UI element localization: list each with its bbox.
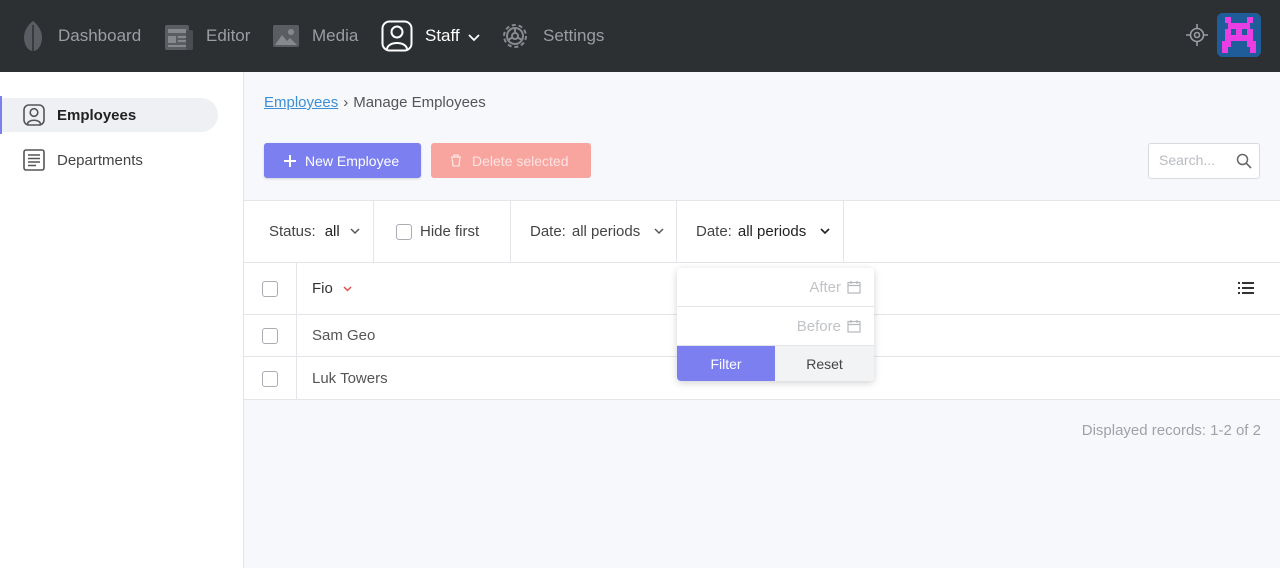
date-filter-value: all periods: [737, 223, 807, 240]
date-filter-value: all periods: [571, 223, 641, 240]
nav-item-media[interactable]: Media: [272, 0, 358, 72]
breadcrumb-separator: ›: [343, 94, 349, 111]
avatar[interactable]: [1217, 13, 1261, 57]
locate-icon[interactable]: [1185, 23, 1209, 47]
image-icon: [273, 25, 299, 47]
chevron-down-icon: [820, 228, 830, 235]
hide-first-checkbox[interactable]: [396, 223, 412, 240]
date-filter-popup: After Before Filter Reset: [677, 268, 874, 381]
nav-label: Staff: [425, 26, 460, 45]
chevron-down-icon: [468, 34, 480, 42]
leaf-icon: [24, 21, 42, 51]
gear-icon: [503, 24, 527, 48]
delete-selected-button[interactable]: Delete selected: [431, 143, 591, 178]
trash-icon: [451, 154, 461, 167]
top-navbar: Dashboard Editor Media Staff Settings: [0, 0, 1280, 72]
row-checkbox[interactable]: [262, 370, 278, 387]
nav-label: Editor: [206, 26, 251, 45]
nav-label: Settings: [543, 26, 605, 45]
calendar-icon: [847, 320, 861, 333]
row-name: Luk Towers: [312, 370, 388, 387]
row-name: Sam Geo: [312, 327, 376, 344]
nav-label: Dashboard: [58, 26, 142, 45]
hide-first-filter[interactable]: Hide first: [374, 201, 511, 262]
date-filter-2[interactable]: Date: all periods: [677, 201, 844, 262]
filter-bar: Status: all Hide first Date: all periods…: [244, 200, 1280, 263]
breadcrumb-link-employees[interactable]: Employees: [264, 94, 338, 111]
before-date-field[interactable]: Before: [677, 307, 874, 346]
sidebar-item-label: Departments: [57, 151, 143, 169]
select-all-cell: [244, 263, 297, 314]
new-employee-label: New Employee: [305, 152, 400, 169]
sidebar-item-employees[interactable]: Employees: [0, 96, 218, 134]
search-icon[interactable]: [1236, 153, 1252, 169]
date-filter-label: Date:: [696, 223, 732, 240]
sidebar-item-departments[interactable]: Departments: [0, 143, 218, 177]
breadcrumb-current: Manage Employees: [353, 94, 486, 111]
row-checkbox-cell: [244, 315, 297, 356]
column-header-label: Fio: [312, 280, 333, 297]
reset-button[interactable]: Reset: [775, 346, 874, 381]
column-header-fio[interactable]: Fio: [312, 263, 352, 314]
plus-icon: [284, 154, 296, 167]
sort-chevron-icon: [343, 285, 352, 292]
newspaper-icon: [165, 25, 193, 50]
date-filter-label: Date:: [530, 223, 566, 240]
nav-label: Media: [312, 26, 359, 45]
status-filter-value: all: [324, 223, 340, 240]
nav-item-settings[interactable]: Settings: [499, 0, 604, 72]
status-filter-label: Status:: [269, 223, 316, 240]
breadcrumb: Employees › Manage Employees: [264, 94, 486, 111]
search-box: [1148, 143, 1260, 179]
avatar-image: [1217, 13, 1261, 57]
hide-first-label: Hide first: [420, 223, 480, 240]
search-input[interactable]: [1159, 152, 1239, 168]
date-filter-1[interactable]: Date: all periods: [511, 201, 677, 262]
nav-item-dashboard[interactable]: Dashboard: [20, 0, 141, 72]
list-icon: [23, 149, 45, 171]
calendar-icon: [847, 281, 861, 294]
chevron-down-icon: [654, 228, 664, 235]
status-filter[interactable]: Status: all: [244, 201, 374, 262]
displayed-records: Displayed records: 1-2 of 2: [1081, 422, 1261, 439]
row-checkbox-cell: [244, 357, 297, 400]
sidebar-item-label: Employees: [57, 106, 137, 124]
nav-item-staff[interactable]: Staff: [381, 0, 480, 72]
column-menu-icon[interactable]: [1238, 281, 1254, 295]
sidebar: Employees Departments: [0, 72, 244, 568]
new-employee-button[interactable]: New Employee: [264, 143, 421, 178]
filter-button[interactable]: Filter: [677, 346, 775, 381]
select-all-checkbox[interactable]: [262, 280, 278, 297]
chevron-down-icon: [350, 228, 360, 235]
nav-item-editor[interactable]: Editor: [164, 0, 250, 72]
user-icon: [23, 104, 45, 126]
after-date-field[interactable]: After: [677, 268, 874, 307]
before-placeholder: Before: [796, 317, 841, 335]
user-icon: [381, 20, 413, 52]
row-checkbox[interactable]: [262, 327, 278, 344]
after-placeholder: After: [809, 278, 841, 296]
delete-selected-label: Delete selected: [472, 152, 569, 169]
